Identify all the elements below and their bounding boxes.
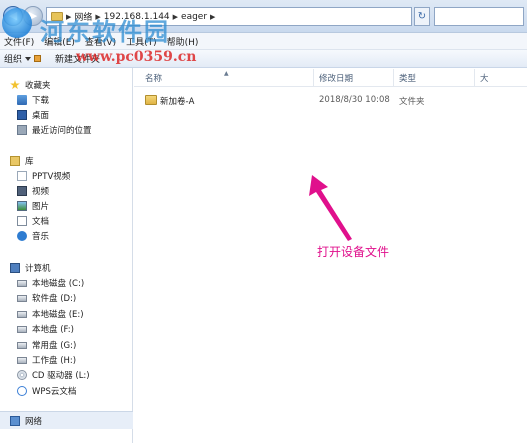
drive-icon — [17, 310, 27, 318]
music-icon — [17, 231, 27, 241]
column-header-name[interactable]: 名称 — [145, 72, 162, 84]
drive-icon — [17, 325, 27, 333]
organize-button[interactable]: 组织 — [4, 52, 42, 65]
nav-libraries[interactable]: 库 — [0, 154, 133, 168]
drive-icon — [17, 294, 27, 302]
download-icon — [17, 95, 27, 105]
navigation-pane: 收藏夹 下载 桌面 最近访问的位置 库 PPTV视频 视频 图片 文档 音乐 计… — [0, 68, 133, 443]
desktop-icon — [17, 110, 27, 120]
nav-item-downloads[interactable]: 下载 — [0, 93, 133, 107]
drive-icon — [17, 356, 27, 364]
column-header-type[interactable]: 类型 — [399, 72, 416, 84]
folder-icon — [145, 95, 157, 105]
nav-item-label: 本地磁盘 (C:) — [32, 279, 85, 289]
nav-item-label: 下载 — [32, 96, 50, 106]
nav-item-label: 本地磁盘 (E:) — [32, 310, 84, 320]
nav-item-label: WPS云文档 — [32, 387, 77, 397]
file-name: 新加卷-A — [160, 97, 195, 107]
breadcrumb-share[interactable]: eager — [181, 12, 207, 22]
organize-label: 组织 — [4, 55, 23, 65]
drive-icon — [17, 279, 27, 287]
annotation-label: 打开设备文件 — [317, 245, 390, 259]
nav-network[interactable]: 网络 — [0, 414, 133, 428]
picture-icon — [17, 201, 27, 211]
column-header-size[interactable]: 大 — [480, 72, 489, 84]
organize-icon — [34, 55, 42, 62]
nav-item-drive-f[interactable]: 本地盘 (F:) — [0, 322, 133, 336]
nav-item-cd-drive[interactable]: CD 驱动器 (L:) — [0, 368, 133, 382]
annotation-arrow — [309, 175, 352, 241]
network-icon — [10, 416, 20, 426]
document-icon — [17, 216, 27, 226]
search-input[interactable] — [434, 7, 524, 26]
file-list-pane: ▲ 名称 修改日期 类型 大 新加卷-A 2018/8/30 10:08 文件夹… — [134, 68, 527, 443]
menu-help[interactable]: 帮助(H) — [167, 35, 199, 48]
file-type: 文件夹 — [399, 97, 425, 107]
chevron-down-icon — [25, 56, 32, 61]
chevron-right-icon: ▶ — [172, 12, 179, 21]
nav-item-drive-c[interactable]: 本地磁盘 (C:) — [0, 276, 133, 290]
recent-places-icon — [17, 125, 27, 135]
nav-favorites-label: 收藏夹 — [25, 81, 51, 91]
nav-item-label: 视频 — [32, 187, 50, 197]
cloud-icon — [17, 386, 27, 396]
computer-icon — [10, 263, 20, 273]
nav-item-label: 工作盘 (H:) — [32, 356, 77, 366]
column-header-modified[interactable]: 修改日期 — [319, 72, 353, 84]
star-icon — [10, 80, 20, 90]
nav-libraries-label: 库 — [25, 157, 34, 167]
nav-item-label: 软件盘 (D:) — [32, 294, 77, 304]
sort-up-icon: ▲ — [224, 70, 229, 77]
nav-favorites[interactable]: 收藏夹 — [0, 78, 133, 92]
column-divider[interactable] — [313, 69, 314, 86]
refresh-button[interactable]: ↻ — [414, 7, 430, 26]
nav-item-pptv[interactable]: PPTV视频 — [0, 169, 133, 183]
nav-item-label: 桌面 — [32, 111, 50, 121]
nav-item-label: 图片 — [32, 202, 50, 212]
watermark-title: 河东软件园 — [40, 17, 170, 46]
watermark-logo — [2, 8, 32, 38]
nav-item-drive-d[interactable]: 软件盘 (D:) — [0, 291, 133, 305]
nav-item-wps-cloud[interactable]: WPS云文档 — [0, 384, 133, 398]
cd-drive-icon — [17, 370, 27, 380]
nav-item-drive-h[interactable]: 工作盘 (H:) — [0, 353, 133, 367]
nav-item-documents[interactable]: 文档 — [0, 214, 133, 228]
nav-computer[interactable]: 计算机 — [0, 261, 133, 275]
chevron-right-icon: ▶ — [210, 12, 216, 21]
nav-item-label: 本地盘 (F:) — [32, 325, 74, 335]
nav-item-drive-e[interactable]: 本地磁盘 (E:) — [0, 307, 133, 321]
watermark-url: www.pc0359.cn — [76, 49, 197, 65]
nav-item-label: CD 驱动器 (L:) — [32, 371, 90, 381]
nav-network-label: 网络 — [25, 417, 43, 427]
nav-item-pictures[interactable]: 图片 — [0, 199, 133, 213]
nav-item-label: 最近访问的位置 — [32, 126, 92, 136]
nav-item-recent-places[interactable]: 最近访问的位置 — [0, 123, 133, 137]
column-divider[interactable] — [393, 69, 394, 86]
pptv-icon — [17, 171, 27, 181]
list-item[interactable]: 新加卷-A 2018/8/30 10:08 文件夹 — [134, 92, 527, 108]
nav-item-label: 音乐 — [32, 232, 50, 242]
drive-icon — [17, 341, 27, 349]
nav-item-desktop[interactable]: 桌面 — [0, 108, 133, 122]
nav-item-label: 文档 — [32, 217, 50, 227]
nav-item-drive-g[interactable]: 常用盘 (G:) — [0, 338, 133, 352]
nav-item-videos[interactable]: 视频 — [0, 184, 133, 198]
column-header-row: ▲ 名称 修改日期 类型 大 — [134, 68, 527, 87]
nav-item-music[interactable]: 音乐 — [0, 229, 133, 243]
library-icon — [10, 156, 20, 166]
nav-item-label: 常用盘 (G:) — [32, 341, 77, 351]
file-modified-date: 2018/8/30 10:08 — [319, 95, 390, 105]
nav-computer-label: 计算机 — [25, 264, 51, 274]
column-divider[interactable] — [474, 69, 475, 86]
video-icon — [17, 186, 27, 196]
nav-item-label: PPTV视频 — [32, 172, 71, 182]
